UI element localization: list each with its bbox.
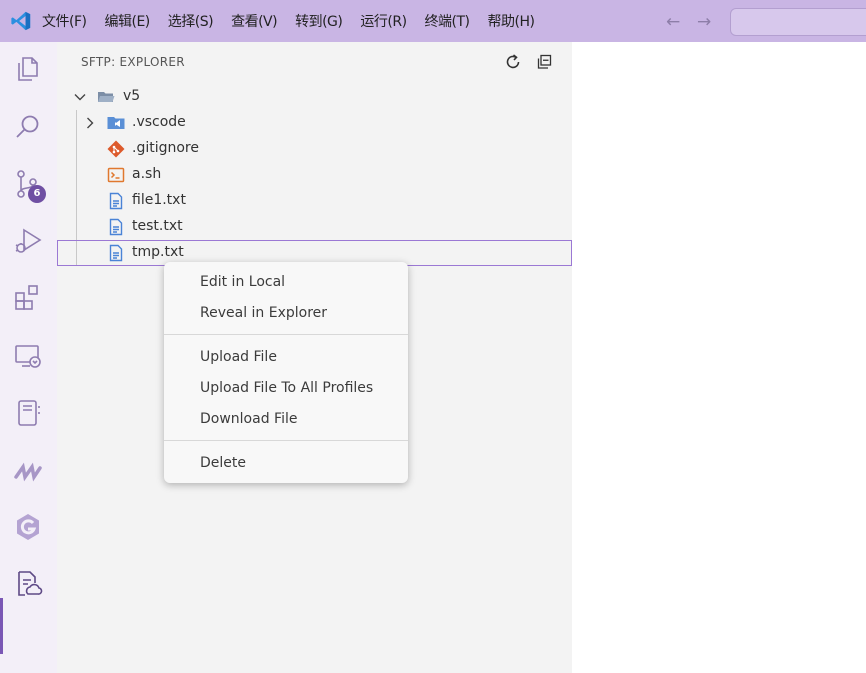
sftp-icon[interactable] <box>13 569 43 599</box>
collapse-all-icon[interactable] <box>535 53 553 71</box>
menu-item-delete[interactable]: Delete <box>200 455 246 471</box>
chevron-down-icon <box>74 94 86 101</box>
tree-root-folder[interactable]: v5 <box>57 84 572 110</box>
run-debug-icon[interactable] <box>13 226 43 256</box>
active-view-indicator <box>0 598 3 654</box>
remote-explorer-icon[interactable] <box>13 341 43 371</box>
menu-separator <box>164 440 408 441</box>
refresh-icon[interactable] <box>504 53 522 71</box>
editor-area[interactable] <box>572 42 866 673</box>
menu-selection[interactable]: 选择(S) <box>168 11 214 31</box>
tree-item-label: file1.txt <box>132 192 186 208</box>
folder-open-icon <box>98 92 115 102</box>
back-arrow-icon[interactable]: ← <box>666 12 680 32</box>
vscode-logo-icon[interactable] <box>10 10 32 32</box>
root-folder-label: v5 <box>123 88 141 104</box>
extensions-icon[interactable] <box>13 283 43 313</box>
menu-file[interactable]: 文件(F) <box>42 11 87 31</box>
command-center-search[interactable] <box>730 8 866 36</box>
menu-run[interactable]: 运行(R) <box>360 11 407 31</box>
menu-go[interactable]: 转到(G) <box>295 11 343 31</box>
context-menu: Edit in Local Reveal in Explorer Upload … <box>164 262 408 483</box>
tree-item-label: a.sh <box>132 166 162 182</box>
tree-item-label: .gitignore <box>132 140 199 156</box>
tree-item-a-sh[interactable]: a.sh <box>57 162 572 188</box>
shell-icon <box>107 167 125 183</box>
tree-item-label: test.txt <box>132 218 183 234</box>
tree-item-label: tmp.txt <box>132 244 184 260</box>
vscode-folder-icon <box>107 117 125 129</box>
activity-bar: 6 <box>0 42 57 673</box>
text-file-icon <box>109 218 123 236</box>
menu-item-reveal-in-explorer[interactable]: Reveal in Explorer <box>200 305 327 321</box>
gitlens-icon[interactable] <box>13 512 43 542</box>
menu-item-upload-file[interactable]: Upload File <box>200 349 277 365</box>
tree-item-vscode[interactable]: .vscode <box>57 110 572 136</box>
text-file-icon <box>109 192 123 210</box>
search-icon[interactable] <box>13 112 43 142</box>
tree-item-test-txt[interactable]: test.txt <box>57 214 572 240</box>
tree-item-file1-txt[interactable]: file1.txt <box>57 188 572 214</box>
menu-terminal[interactable]: 终端(T) <box>425 11 470 31</box>
text-file-icon <box>109 244 123 262</box>
tree-item-label: .vscode <box>132 114 186 130</box>
menu-bar: 文件(F) 编辑(E) 选择(S) 查看(V) 转到(G) 运行(R) 终端(T… <box>42 0 552 42</box>
explorer-icon[interactable] <box>13 54 43 84</box>
menu-help[interactable]: 帮助(H) <box>488 11 535 31</box>
menu-item-edit-in-local[interactable]: Edit in Local <box>200 274 285 290</box>
menu-edit[interactable]: 编辑(E) <box>104 11 150 31</box>
mintlify-icon[interactable] <box>13 455 43 485</box>
menu-view[interactable]: 查看(V) <box>231 11 278 31</box>
menu-separator <box>164 334 408 335</box>
sidebar-title: SFTP: EXPLORER <box>81 55 185 69</box>
forward-arrow-icon[interactable]: → <box>697 12 711 32</box>
git-icon <box>107 140 125 158</box>
notebook-icon[interactable] <box>13 398 43 428</box>
chevron-right-icon <box>87 117 94 129</box>
title-bar: 文件(F) 编辑(E) 选择(S) 查看(V) 转到(G) 运行(R) 终端(T… <box>0 0 866 42</box>
menu-item-download-file[interactable]: Download File <box>200 411 297 427</box>
menu-item-upload-file-to-all-profiles[interactable]: Upload File To All Profiles <box>200 380 373 396</box>
tree-item-gitignore[interactable]: .gitignore <box>57 136 572 162</box>
source-control-badge: 6 <box>28 185 46 203</box>
